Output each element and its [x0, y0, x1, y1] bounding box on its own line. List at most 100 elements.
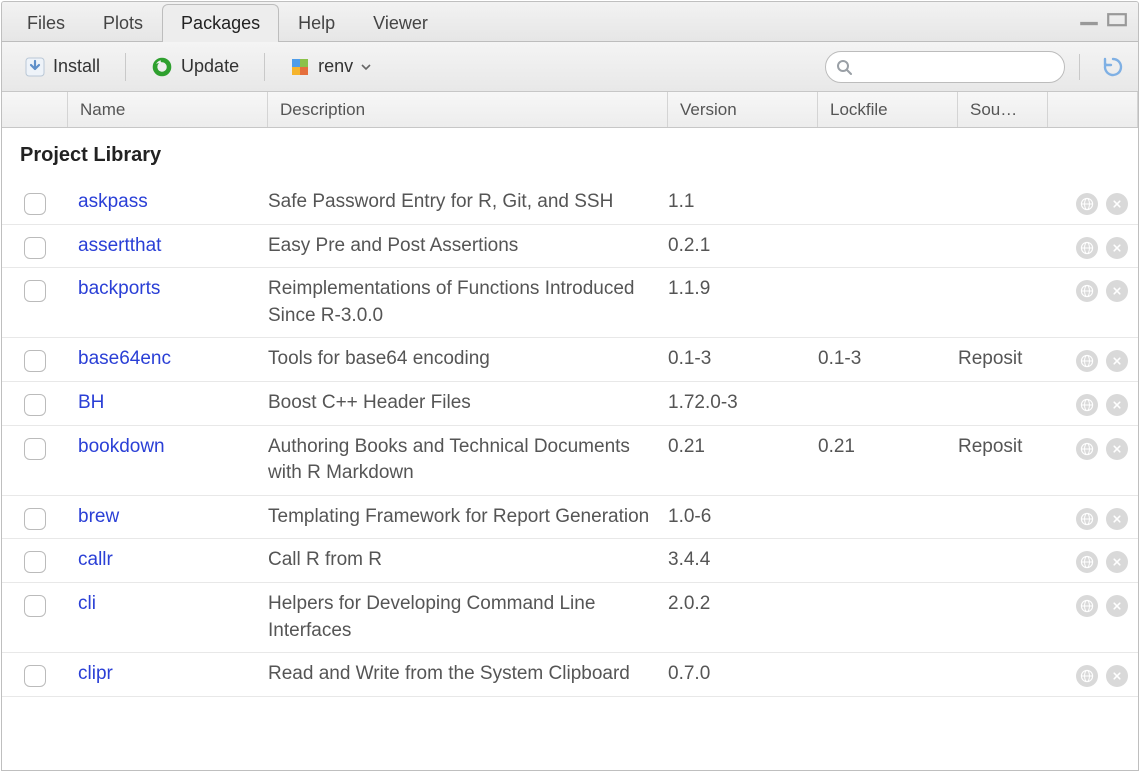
- close-icon[interactable]: [1106, 438, 1128, 460]
- package-lockfile: [818, 661, 958, 663]
- package-name-link[interactable]: assertthat: [78, 235, 161, 256]
- package-checkbox[interactable]: [24, 237, 46, 259]
- renv-label: renv: [318, 56, 353, 77]
- search-box[interactable]: [825, 51, 1065, 83]
- package-checkbox[interactable]: [24, 394, 46, 416]
- refresh-button[interactable]: [1098, 52, 1128, 82]
- package-version: 2.0.2: [668, 591, 818, 615]
- renv-menu-button[interactable]: renv: [277, 51, 384, 82]
- close-icon[interactable]: [1106, 350, 1128, 372]
- package-name-link[interactable]: BH: [78, 392, 104, 413]
- package-checkbox[interactable]: [24, 280, 46, 302]
- package-lockfile: [818, 591, 958, 593]
- table-row: askpass Safe Password Entry for R, Git, a…: [2, 181, 1138, 225]
- close-icon[interactable]: [1106, 595, 1128, 617]
- update-label: Update: [181, 56, 239, 77]
- packages-list[interactable]: Project Library askpassSafe Password Ent…: [2, 128, 1138, 770]
- package-description: Reimplementations of Functions Introduce…: [268, 276, 668, 329]
- package-description: Safe Password Entry for R, Git, and SSH: [268, 189, 668, 216]
- tab-packages[interactable]: Packages: [162, 4, 279, 42]
- packages-pane: FilesPlotsPackagesHelpViewer Install: [1, 1, 1139, 771]
- globe-icon[interactable]: [1076, 237, 1098, 259]
- install-label: Install: [53, 56, 100, 77]
- package-lockfile: [818, 189, 958, 191]
- tab-viewer[interactable]: Viewer: [354, 4, 447, 42]
- package-name-link[interactable]: callr: [78, 549, 113, 570]
- table-row: bookdownAuthoring Books and Technical Do…: [2, 426, 1138, 496]
- package-description: Call R from R: [268, 547, 668, 574]
- close-icon[interactable]: [1106, 551, 1128, 573]
- package-lockfile: 0.1-3: [818, 346, 958, 370]
- table-row: cli Helpers for Developing Command Line I…: [2, 583, 1138, 653]
- globe-icon[interactable]: [1076, 280, 1098, 302]
- tab-files[interactable]: Files: [8, 4, 84, 42]
- package-lockfile: 0.21: [818, 434, 958, 458]
- search-input[interactable]: [858, 58, 1054, 76]
- install-button[interactable]: Install: [12, 51, 113, 82]
- globe-icon[interactable]: [1076, 508, 1098, 530]
- package-name-link[interactable]: clipr: [78, 663, 113, 684]
- package-lockfile: [818, 233, 958, 235]
- package-lockfile: [818, 390, 958, 392]
- package-name-link[interactable]: bookdown: [78, 436, 165, 457]
- column-version[interactable]: Version: [668, 92, 818, 127]
- package-lockfile: [818, 276, 958, 278]
- globe-icon[interactable]: [1076, 595, 1098, 617]
- tab-plots[interactable]: Plots: [84, 4, 162, 42]
- search-icon: [836, 59, 852, 75]
- package-source: [958, 591, 1048, 593]
- package-source: [958, 661, 1048, 663]
- globe-icon[interactable]: [1076, 438, 1098, 460]
- package-source: [958, 233, 1048, 235]
- package-source: [958, 390, 1048, 392]
- package-checkbox[interactable]: [24, 551, 46, 573]
- renv-icon: [290, 57, 310, 77]
- table-row: callrCall R from R3.4.4: [2, 539, 1138, 583]
- globe-icon[interactable]: [1076, 551, 1098, 573]
- update-icon: [151, 56, 173, 78]
- package-checkbox[interactable]: [24, 438, 46, 460]
- globe-icon[interactable]: [1076, 394, 1098, 416]
- package-name-link[interactable]: backports: [78, 278, 160, 299]
- package-checkbox[interactable]: [24, 665, 46, 687]
- window-controls: [1078, 12, 1128, 28]
- package-lockfile: [818, 504, 958, 506]
- minimize-icon[interactable]: [1078, 12, 1100, 28]
- close-icon[interactable]: [1106, 394, 1128, 416]
- close-icon[interactable]: [1106, 193, 1128, 215]
- package-name-link[interactable]: cli: [78, 593, 96, 614]
- chevron-down-icon: [361, 62, 371, 72]
- globe-icon[interactable]: [1076, 193, 1098, 215]
- package-version: 1.0-6: [668, 504, 818, 528]
- close-icon[interactable]: [1106, 508, 1128, 530]
- update-button[interactable]: Update: [138, 51, 252, 83]
- package-source: [958, 189, 1048, 191]
- maximize-icon[interactable]: [1106, 12, 1128, 28]
- column-description[interactable]: Description: [268, 92, 668, 127]
- package-name-link[interactable]: askpass: [78, 191, 148, 212]
- package-description: Helpers for Developing Command Line Inte…: [268, 591, 668, 644]
- package-source: [958, 547, 1048, 549]
- globe-icon[interactable]: [1076, 350, 1098, 372]
- table-row: base64encTools for base64 encoding0.1-30…: [2, 338, 1138, 382]
- column-source[interactable]: Sou…: [958, 92, 1048, 127]
- tab-bar: FilesPlotsPackagesHelpViewer: [2, 2, 1138, 42]
- package-name-link[interactable]: brew: [78, 506, 119, 527]
- tab-help[interactable]: Help: [279, 4, 354, 42]
- package-version: 1.72.0-3: [668, 390, 818, 414]
- package-description: Read and Write from the System Clipboard: [268, 661, 668, 688]
- column-checkbox: [2, 92, 68, 127]
- package-version: 0.21: [668, 434, 818, 458]
- close-icon[interactable]: [1106, 237, 1128, 259]
- package-name-link[interactable]: base64enc: [78, 348, 171, 369]
- package-checkbox[interactable]: [24, 595, 46, 617]
- package-version: 0.7.0: [668, 661, 818, 685]
- package-checkbox[interactable]: [24, 350, 46, 372]
- close-icon[interactable]: [1106, 665, 1128, 687]
- package-checkbox[interactable]: [24, 508, 46, 530]
- package-checkbox[interactable]: [24, 193, 46, 215]
- globe-icon[interactable]: [1076, 665, 1098, 687]
- column-lockfile[interactable]: Lockfile: [818, 92, 958, 127]
- column-name[interactable]: Name: [68, 92, 268, 127]
- close-icon[interactable]: [1106, 280, 1128, 302]
